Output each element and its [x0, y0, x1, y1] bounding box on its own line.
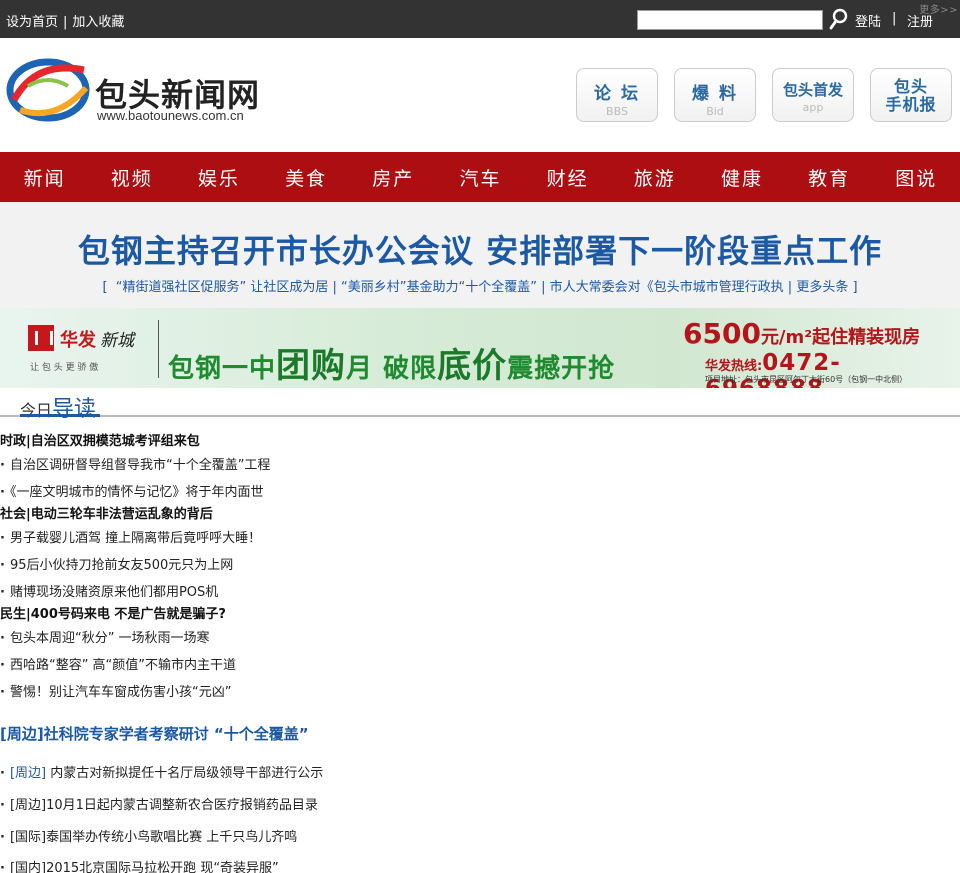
- section-accent: [20, 414, 100, 417]
- banner-promo-c: 月 破限: [346, 354, 438, 384]
- login-separator: |: [892, 11, 897, 26]
- banner-address: 项目地址：包头市昆区阿尔丁大街60号（包钢一中北侧）: [705, 375, 908, 384]
- sublink-2[interactable]: “美丽乡村”基金助力“十个全覆盖”: [341, 280, 537, 295]
- search-icon[interactable]: [828, 8, 848, 30]
- regional-text[interactable]: 内蒙古对新拟提任十名厅局级领导干部进行公示: [46, 766, 323, 781]
- banner-price-value: 6500: [683, 317, 761, 350]
- regional-tag[interactable]: [周边]: [10, 766, 46, 781]
- nav-item-travel[interactable]: 旅游: [634, 164, 676, 191]
- regional-item[interactable]: [国内]2015北京国际马拉松开跑 现“奇装异服”: [0, 857, 279, 873]
- news-item[interactable]: 包头本周迎“秋分” 一场秋雨一场寒: [0, 627, 210, 646]
- banner-promo-b: 团购: [276, 346, 347, 386]
- news-item[interactable]: 95后小伙持刀抢前女友500元只为上网: [0, 554, 233, 573]
- news-item[interactable]: 自治区调研督导组督导我市“十个全覆盖”工程: [0, 454, 270, 473]
- top-headline[interactable]: 包钢主持召开市长办公会议 安排部署下一阶段重点工作: [0, 226, 960, 272]
- regional-item[interactable]: [周边]10月1日起内蒙古调整新农合医疗报销药品目录: [0, 794, 318, 813]
- news-item[interactable]: 《一座文明城市的情怀与记忆》将于年内面世: [0, 481, 264, 500]
- news-item[interactable]: 赌博现场没赌资原来他们都用POS机: [0, 581, 218, 600]
- banner-ad[interactable]: 华发 新城 让 包 头 更 骄 傲 包钢一中团购月 破限底价震撼开抢 6500元…: [0, 308, 960, 388]
- banner-tagline: 让 包 头 更 骄 傲: [30, 363, 99, 373]
- register-link[interactable]: 注册: [907, 11, 933, 30]
- site-url: www.baotounews.com.cn: [97, 108, 244, 123]
- tipoff-button[interactable]: 爆 料 Bid: [674, 68, 756, 122]
- set-home-link[interactable]: 设为首页: [6, 15, 58, 30]
- banner-promo-a: 包钢一中: [168, 354, 277, 384]
- regional-item[interactable]: [国际]泰国举办传统小鸟歌唱比赛 上千只鸟儿齐鸣: [0, 826, 297, 845]
- login-link[interactable]: 登陆: [855, 11, 881, 30]
- news-item[interactable]: 西哈路“整容” 高“颜值”不输市内主干道: [0, 654, 236, 673]
- news-category-society[interactable]: 社会|电动三轮车非法营运乱象的背后: [0, 503, 213, 522]
- section-title-a: 今日: [20, 401, 53, 420]
- banner-price: 6500元/m²起住精装现房: [683, 317, 920, 350]
- main-nav: 新闻 视频 娱乐 美食 房产 汽车 财经 旅游 健康 教育 图说: [0, 152, 960, 202]
- banner-promo: 包钢一中团购月 破限底价震撼开抢: [168, 338, 615, 387]
- sublink-more[interactable]: 更多头条: [796, 280, 848, 295]
- forum-button[interactable]: 论 坛 BBS: [576, 68, 658, 122]
- app-button-sub: app: [802, 101, 824, 114]
- banner-promo-d: 底价: [437, 346, 508, 386]
- nav-item-food[interactable]: 美食: [285, 164, 327, 191]
- forum-button-label: 论 坛: [594, 84, 640, 104]
- banner-hotline-label: 华发热线:: [705, 359, 763, 374]
- news-item[interactable]: 男子载婴儿酒驾 撞上隔离带后竟呼呼大睡！: [0, 527, 261, 546]
- sublinks-open-bracket: [: [102, 280, 108, 295]
- nav-item-video[interactable]: 视频: [111, 164, 153, 191]
- nav-item-realestate[interactable]: 房产: [372, 164, 414, 191]
- nav-item-finance[interactable]: 财经: [547, 164, 589, 191]
- headline-sublinks: [ “精街道强社区促服务” 让社区成为居 | “美丽乡村”基金助力“十个全覆盖”…: [102, 280, 858, 295]
- banner-brand-sub: 新城: [100, 331, 134, 351]
- regional-text[interactable]: [周边]10月1日起内蒙古调整新农合医疗报销药品目录: [10, 798, 318, 813]
- section-divider: [0, 414, 960, 417]
- add-favorite-link[interactable]: 加入收藏: [72, 15, 124, 30]
- app-button-label: 包头首发: [782, 81, 843, 99]
- sublinks-close-bracket: ]: [852, 280, 858, 295]
- banner-brand: 华发: [60, 330, 96, 351]
- nav-item-education[interactable]: 教育: [808, 164, 850, 191]
- banner-divider: [158, 320, 159, 378]
- tipoff-button-label: 爆 料: [692, 84, 738, 104]
- regional-text[interactable]: [国际]泰国举办传统小鸟歌唱比赛 上千只鸟儿齐鸣: [10, 830, 297, 845]
- mobile-paper-button[interactable]: 包头 手机报: [870, 68, 952, 122]
- sublink-1[interactable]: “精街道强社区促服务” 让社区成为居: [116, 280, 329, 295]
- app-button[interactable]: 包头首发 app: [772, 68, 854, 122]
- section-title-b: 导读: [52, 397, 97, 422]
- banner-promo-e: 震撼开抢: [507, 354, 616, 384]
- mobile-paper-button-label: 包头 手机报: [885, 77, 937, 114]
- news-item[interactable]: 警惕！别让汽车车窗成伤害小孩“元凶”: [0, 681, 231, 700]
- search-input[interactable]: [637, 10, 823, 30]
- nav-item-health[interactable]: 健康: [721, 164, 763, 191]
- banner-brand-icon: [28, 325, 54, 351]
- regional-item[interactable]: [周边] 内蒙古对新拟提任十名厅局级领导干部进行公示: [0, 762, 323, 781]
- nav-item-entertainment[interactable]: 娱乐: [198, 164, 240, 191]
- feature-headline[interactable]: [周边]社科院专家学者考察研讨 “十个全覆盖”: [0, 723, 309, 744]
- top-separator: |: [63, 15, 68, 30]
- nav-item-auto[interactable]: 汽车: [459, 164, 501, 191]
- top-links: 设为首页 | 加入收藏: [6, 11, 124, 30]
- sublink-3[interactable]: 市人大常委会对《包头市城市管理行政执: [550, 280, 784, 295]
- tipoff-button-sub: Bid: [706, 105, 724, 118]
- nav-item-news[interactable]: 新闻: [24, 164, 66, 191]
- forum-button-sub: BBS: [606, 105, 628, 118]
- nav-item-photos[interactable]: 图说: [895, 164, 937, 191]
- section-title: 今日导读: [20, 391, 96, 423]
- regional-text[interactable]: [国内]2015北京国际马拉松开跑 现“奇装异服”: [10, 861, 279, 873]
- top-bar: 设为首页 | 加入收藏 更多>> 登陆 | 注册: [0, 0, 960, 38]
- banner-price-unit: 元/m²起住精装现房: [760, 327, 921, 348]
- news-category-livelihood[interactable]: 民生|400号码来电 不是广告就是骗子?: [0, 603, 226, 622]
- news-category-politics[interactable]: 时政|自治区双拥模范城考评组来包: [0, 430, 200, 449]
